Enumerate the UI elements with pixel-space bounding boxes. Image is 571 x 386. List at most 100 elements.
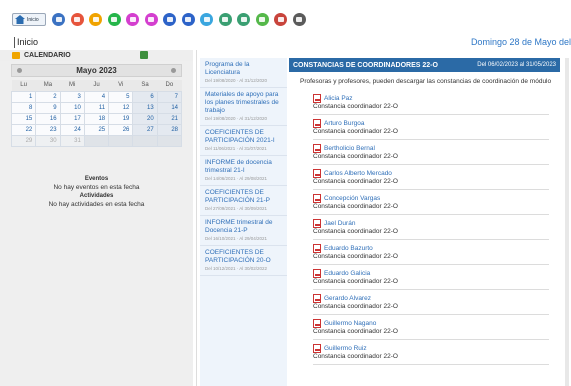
pdf-icon[interactable] xyxy=(313,169,321,178)
news-title-link[interactable]: COEFICIENTES DE PARTICIPACIÓN 2021-I xyxy=(205,129,282,145)
document-link[interactable]: Guillermo Nagano xyxy=(313,319,549,328)
breadcrumb[interactable]: Inicio xyxy=(14,37,38,48)
home-button[interactable]: Inicio xyxy=(12,13,46,26)
pdf-icon[interactable] xyxy=(313,269,321,278)
document-name[interactable]: Jael Durán xyxy=(324,220,355,227)
calendar-day[interactable]: 23 xyxy=(35,123,61,136)
document-link[interactable]: Jael Durán xyxy=(313,219,549,228)
document-icon[interactable] xyxy=(163,13,176,26)
shapes-icon[interactable] xyxy=(107,13,121,26)
calendar-day[interactable]: 14 xyxy=(156,101,183,114)
document-name[interactable]: Gerardo Alvarez xyxy=(324,295,371,302)
document-link[interactable]: Eduardo Bazurto xyxy=(313,244,549,253)
pdf-icon[interactable] xyxy=(313,244,321,253)
news-title-link[interactable]: COEFICIENTES DE PARTICIPACIÓN 20-O xyxy=(205,249,282,265)
calendar-day[interactable]: 6 xyxy=(132,90,158,103)
calendar-day[interactable]: 26 xyxy=(108,123,134,136)
cancel-icon[interactable] xyxy=(126,13,139,26)
calendar-empty-cell xyxy=(132,134,158,147)
profile-icon[interactable] xyxy=(274,13,287,26)
news-item: COEFICIENTES DE PARTICIPACIÓN 2021-I Del … xyxy=(200,126,287,156)
survey-icon[interactable] xyxy=(70,13,84,26)
document-name[interactable]: Carlos Alberto Mercado xyxy=(324,170,392,177)
calendar-day[interactable]: 17 xyxy=(59,112,85,125)
users-icon[interactable] xyxy=(255,13,269,26)
monitor-icon[interactable] xyxy=(181,13,195,26)
news-date: Del 14/06/2021 · Al 29/08/2021 xyxy=(205,176,268,181)
calendar-day[interactable]: 31 xyxy=(59,134,85,147)
calendar-day[interactable]: 30 xyxy=(35,134,61,147)
scrollbar[interactable] xyxy=(565,58,569,386)
pdf-icon[interactable] xyxy=(313,344,321,353)
pdf-icon[interactable] xyxy=(313,119,321,128)
pdf-icon[interactable] xyxy=(313,194,321,203)
document-name[interactable]: Guillermo Ruiz xyxy=(324,345,367,352)
calendar-header: CALENDARIO xyxy=(0,50,193,61)
tablet-icon[interactable] xyxy=(218,13,232,26)
pdf-icon[interactable] xyxy=(313,319,321,328)
document-link[interactable]: Bertholicio Bernal xyxy=(313,144,549,153)
calendar-day[interactable]: 8 xyxy=(10,101,37,114)
pdf-icon[interactable] xyxy=(313,144,321,153)
settings-icon[interactable] xyxy=(292,13,306,26)
dollar-icon[interactable] xyxy=(89,13,102,26)
document-name[interactable]: Eduardo Galicia xyxy=(324,270,370,277)
calendar-day[interactable]: 10 xyxy=(59,101,85,114)
prev-month-icon[interactable] xyxy=(17,68,22,73)
calendar-day[interactable]: 16 xyxy=(35,112,61,125)
document-link[interactable]: Alicia Paz xyxy=(313,94,549,103)
news-title-link[interactable]: Programa de la Licenciatura xyxy=(205,61,282,77)
add-event-icon[interactable] xyxy=(140,51,148,59)
document-name[interactable]: Guillermo Nagano xyxy=(324,320,376,327)
calendar-day[interactable]: 7 xyxy=(156,90,183,103)
calendar-day[interactable]: 4 xyxy=(83,90,110,103)
calendar-day[interactable]: 18 xyxy=(83,112,110,125)
pdf-icon[interactable] xyxy=(313,94,321,103)
document-link[interactable]: Concepción Vargas xyxy=(313,194,549,203)
document-name[interactable]: Eduardo Bazurto xyxy=(324,245,373,252)
document-link[interactable]: Gerardo Alvarez xyxy=(313,294,549,303)
contacts-icon[interactable] xyxy=(200,13,213,26)
home-icon[interactable] xyxy=(52,13,65,26)
calendar-day[interactable]: 9 xyxy=(35,101,61,114)
news-title-link[interactable]: INFORME de docencia trimestral 21-I xyxy=(205,159,282,175)
document-link[interactable]: Eduardo Galicia xyxy=(313,269,549,278)
document-link[interactable]: Arturo Burgoa xyxy=(313,119,549,128)
calendar-panel: CALENDARIO Mayo 2023 Lu Ma Mi Ju Vi Sa Do 1234… xyxy=(0,50,193,386)
calendar-day[interactable]: 27 xyxy=(132,123,158,136)
document-name[interactable]: Arturo Burgoa xyxy=(324,120,364,127)
calendar-day[interactable]: 24 xyxy=(59,123,85,136)
document-link[interactable]: Guillermo Ruiz xyxy=(313,344,549,353)
document-item: Eduardo Bazurto Constancia coordinador 22… xyxy=(313,240,549,265)
pdf-icon[interactable] xyxy=(313,294,321,303)
news-title-link[interactable]: INFORME trimestral de Docencia 21-P xyxy=(205,219,282,235)
calendar-day[interactable]: 15 xyxy=(10,112,37,125)
calendar-day[interactable]: 25 xyxy=(83,123,110,136)
document-link[interactable]: Carlos Alberto Mercado xyxy=(313,169,549,178)
calendar-day[interactable]: 11 xyxy=(83,101,110,114)
document-name[interactable]: Bertholicio Bernal xyxy=(324,145,375,152)
calendar-day[interactable]: 20 xyxy=(132,112,158,125)
calendar-day[interactable]: 5 xyxy=(108,90,134,103)
calendar-day[interactable]: 12 xyxy=(108,101,134,114)
next-month-icon[interactable] xyxy=(171,68,176,73)
document-description: Constancia coordinador 22-O xyxy=(313,128,398,135)
document-name[interactable]: Alicia Paz xyxy=(324,95,353,102)
cloud-icon[interactable] xyxy=(237,13,250,26)
calendar-day[interactable]: 13 xyxy=(132,101,158,114)
calendar-day[interactable]: 1 xyxy=(10,90,37,103)
calendar-day[interactable]: 28 xyxy=(156,123,183,136)
calendar-day[interactable]: 21 xyxy=(156,112,183,125)
pdf-icon[interactable] xyxy=(313,219,321,228)
news-list: Programa de la Licenciatura Del 19/08/202… xyxy=(200,58,287,386)
news-title-link[interactable]: COEFICIENTES DE PARTICIPACIÓN 21-P xyxy=(205,189,282,205)
document-name[interactable]: Concepción Vargas xyxy=(324,195,380,202)
news-date: Del 11/06/2021 · Al 31/07/2021 xyxy=(205,146,267,151)
calendar-day[interactable]: 19 xyxy=(108,112,134,125)
calendar-day[interactable]: 29 xyxy=(10,134,37,147)
news-title-link[interactable]: Materiales de apoyo para los planes trim… xyxy=(205,91,282,115)
calendar-day[interactable]: 2 xyxy=(35,90,61,103)
calendar-day[interactable]: 22 xyxy=(10,123,37,136)
calendar-day[interactable]: 3 xyxy=(59,90,85,103)
chat-icon[interactable] xyxy=(144,13,158,26)
